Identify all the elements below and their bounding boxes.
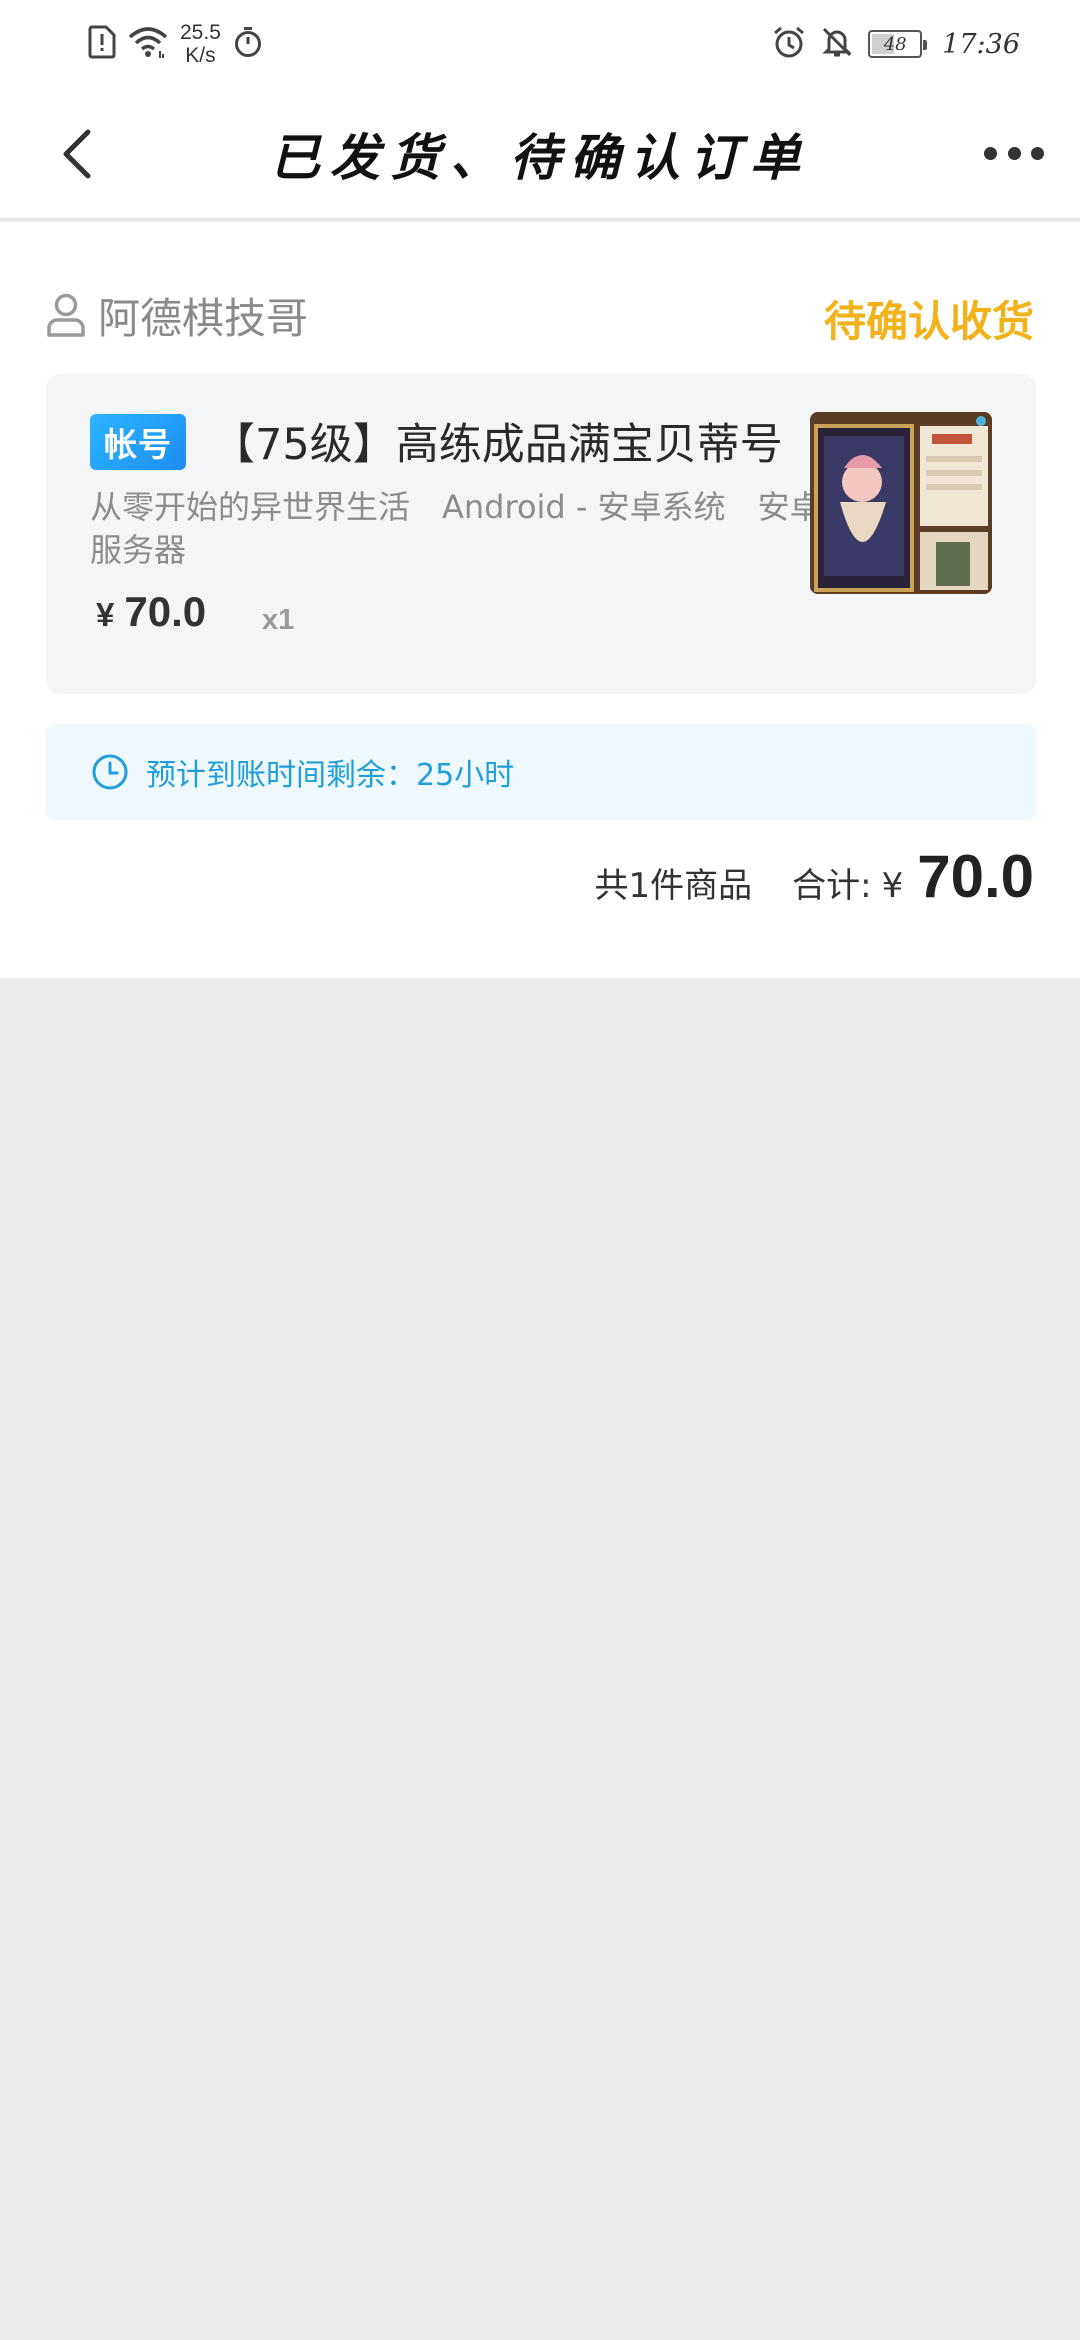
wifi-icon (128, 25, 168, 63)
product-card[interactable]: 帐号 【75级】高练成品满宝贝蒂号 从零开始的异世界生活 Android - 安… (46, 374, 1036, 694)
nav-bar: 已发货、待确认订单 (0, 88, 1080, 220)
sim-alert-icon (88, 25, 116, 63)
total-amount: 70.0 (917, 843, 1034, 910)
battery-level-text: 48 (883, 33, 907, 55)
order-summary: 共1件商品 合计: ¥ 70.0 (594, 842, 1034, 912)
order-panel: 阿德棋技哥 待确认收货 帐号 【75级】高练成品满宝贝蒂号 从零开始的异世界生活… (0, 222, 1080, 978)
network-speed-unit: K/s (185, 44, 216, 67)
timer-icon (233, 26, 263, 62)
arrival-notice: 预计到账时间剩余：25小时 (46, 724, 1036, 820)
product-price: ¥70.0 (96, 588, 206, 636)
more-button[interactable] (984, 138, 1044, 168)
product-quantity: x1 (262, 604, 295, 636)
product-thumbnail[interactable] (810, 412, 992, 594)
mute-icon (820, 25, 854, 63)
product-type-badge: 帐号 (90, 414, 186, 470)
user-icon (47, 293, 85, 337)
clock-icon (92, 754, 128, 790)
total-currency-symbol: ¥ (881, 866, 904, 906)
status-bar: 25.5 K/s 48 17:36 (0, 0, 1080, 88)
seller-name: 阿德棋技哥 (98, 293, 309, 343)
network-speed-value: 25.5 (180, 21, 221, 44)
product-description: 从零开始的异世界生活 Android - 安卓系统 安卓服务器 (90, 488, 822, 569)
product-title: 【75级】高练成品满宝贝蒂号 (212, 420, 783, 470)
item-count: 共1件商品 (594, 866, 753, 906)
alarm-icon (772, 25, 806, 63)
network-speed: 25.5 K/s (180, 21, 221, 67)
total-label: 合计: (792, 866, 872, 906)
seller-row[interactable]: 阿德棋技哥 待确认收货 (46, 282, 1034, 348)
order-status: 待确认收货 (823, 297, 1034, 346)
page-title: 已发货、待确认订单 (270, 128, 810, 187)
clock: 17:36 (942, 28, 1020, 60)
more-dots-icon (984, 146, 997, 160)
product-price-value: 70.0 (124, 588, 207, 635)
currency-symbol: ¥ (96, 596, 115, 633)
arrival-notice-text: 预计到账时间剩余：25小时 (146, 758, 515, 793)
battery-icon: 48 (868, 30, 928, 58)
